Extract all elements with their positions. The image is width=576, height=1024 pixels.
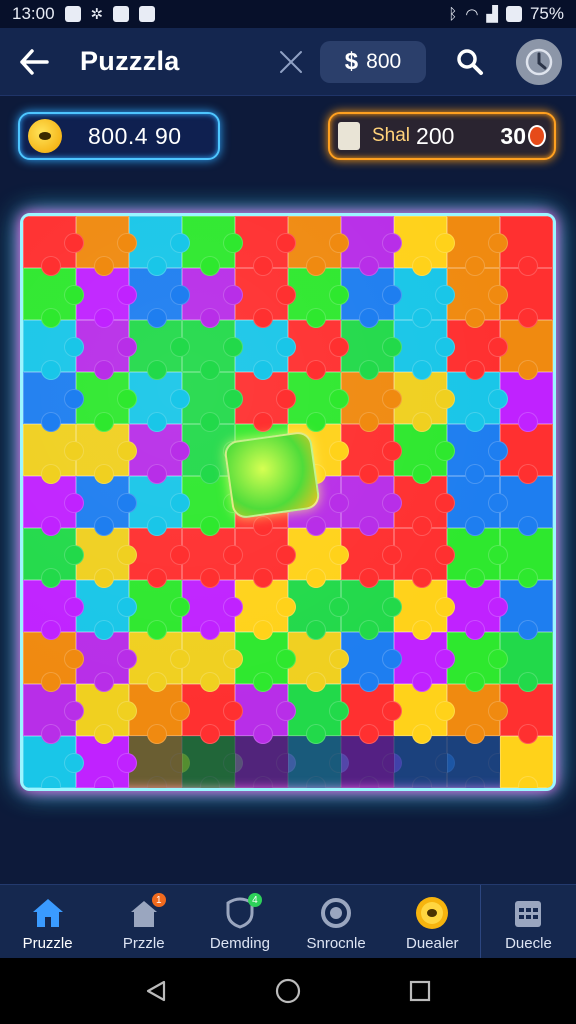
- circle-home-icon: [275, 978, 301, 1004]
- shop-label: Shal: [372, 125, 411, 146]
- status-bar: 13:00 ✲ ᛒ ◠ ▟ 75%: [0, 0, 576, 28]
- battery-icon: [505, 6, 522, 22]
- nav-item-przzle[interactable]: 1 Przzle: [95, 885, 191, 958]
- nav-label: Snrocnle: [306, 935, 366, 952]
- dollar-icon: $: [344, 47, 359, 75]
- app-bar: Puzzzla $ 800: [0, 28, 576, 96]
- signal-icon: ▟: [486, 6, 498, 23]
- back-button[interactable]: [14, 42, 54, 82]
- bottom-nav: Pruzzle 1 Przzle 4 Demding Snrocnle Duea…: [0, 884, 576, 958]
- nav-item-pruzzle[interactable]: Pruzzle: [0, 885, 95, 958]
- shield-icon: 4: [222, 893, 262, 931]
- search-button[interactable]: [452, 44, 488, 80]
- clock-icon: [525, 48, 553, 75]
- chat-icon: [113, 6, 130, 22]
- system-navigation: [0, 958, 576, 1024]
- timer-button[interactable]: [516, 38, 562, 85]
- back-arrow-icon: [20, 48, 49, 75]
- coin-icon: [28, 119, 62, 153]
- close-button[interactable]: [274, 45, 308, 79]
- shop-bag-icon: [338, 122, 360, 150]
- shop-value-secondary: 30: [500, 122, 526, 149]
- mini-coin-icon: [528, 125, 546, 147]
- puzzle-board[interactable]: [20, 213, 556, 791]
- status-right: ᛒ ◠ ▟ 75%: [448, 4, 564, 24]
- balance-value: 800: [366, 49, 402, 73]
- home-icon: [30, 895, 66, 931]
- nav-label: Demding: [209, 935, 270, 952]
- status-time: 13:00: [12, 4, 55, 23]
- nav-item-duealer[interactable]: Duealer: [384, 885, 480, 958]
- wifi-icon: ◠: [465, 6, 479, 23]
- calendar-icon: [510, 895, 546, 931]
- shop-counter[interactable]: Shal 200 30: [328, 112, 556, 160]
- balance-pill[interactable]: $ 800: [320, 40, 426, 83]
- system-home-button[interactable]: [273, 976, 303, 1006]
- sync-icon: ✲: [90, 6, 104, 23]
- close-icon: [280, 50, 302, 73]
- notification-badge: 1: [151, 893, 166, 907]
- app-icon: [139, 6, 156, 22]
- target-icon: [318, 895, 354, 931]
- nav-item-snrocnle[interactable]: Snrocnle: [288, 885, 384, 958]
- page-title: Puzzzla: [80, 46, 180, 76]
- system-recents-button[interactable]: [405, 976, 435, 1006]
- battery-percent: 75%: [529, 4, 564, 23]
- nav-label: Duecle: [505, 935, 552, 952]
- triangle-back-icon: [146, 980, 166, 1002]
- nav-item-demding[interactable]: 4 Demding: [191, 885, 287, 958]
- nav-label: Duealer: [406, 935, 459, 952]
- coin-value: 800.4 90: [88, 122, 182, 149]
- puzzle-piece[interactable]: [23, 216, 84, 276]
- notification-icon: [64, 6, 81, 22]
- search-icon: [457, 48, 483, 75]
- dragged-puzzle-piece[interactable]: [223, 430, 321, 520]
- nav-item-duecle[interactable]: Duecle: [479, 885, 576, 958]
- coin-counter: 800.4 90: [18, 112, 220, 160]
- puzzle-house-icon: 1: [126, 893, 166, 931]
- square-recents-icon: [409, 980, 431, 1002]
- status-left: 13:00 ✲: [12, 4, 156, 24]
- shop-value: 200: [416, 122, 455, 149]
- system-back-button[interactable]: [141, 976, 171, 1006]
- bluetooth-icon: ᛒ: [448, 5, 458, 23]
- coin-icon: [414, 895, 450, 931]
- nav-label: Pruzzle: [22, 935, 73, 952]
- nav-label: Przzle: [122, 935, 165, 952]
- notification-badge: 4: [247, 893, 262, 907]
